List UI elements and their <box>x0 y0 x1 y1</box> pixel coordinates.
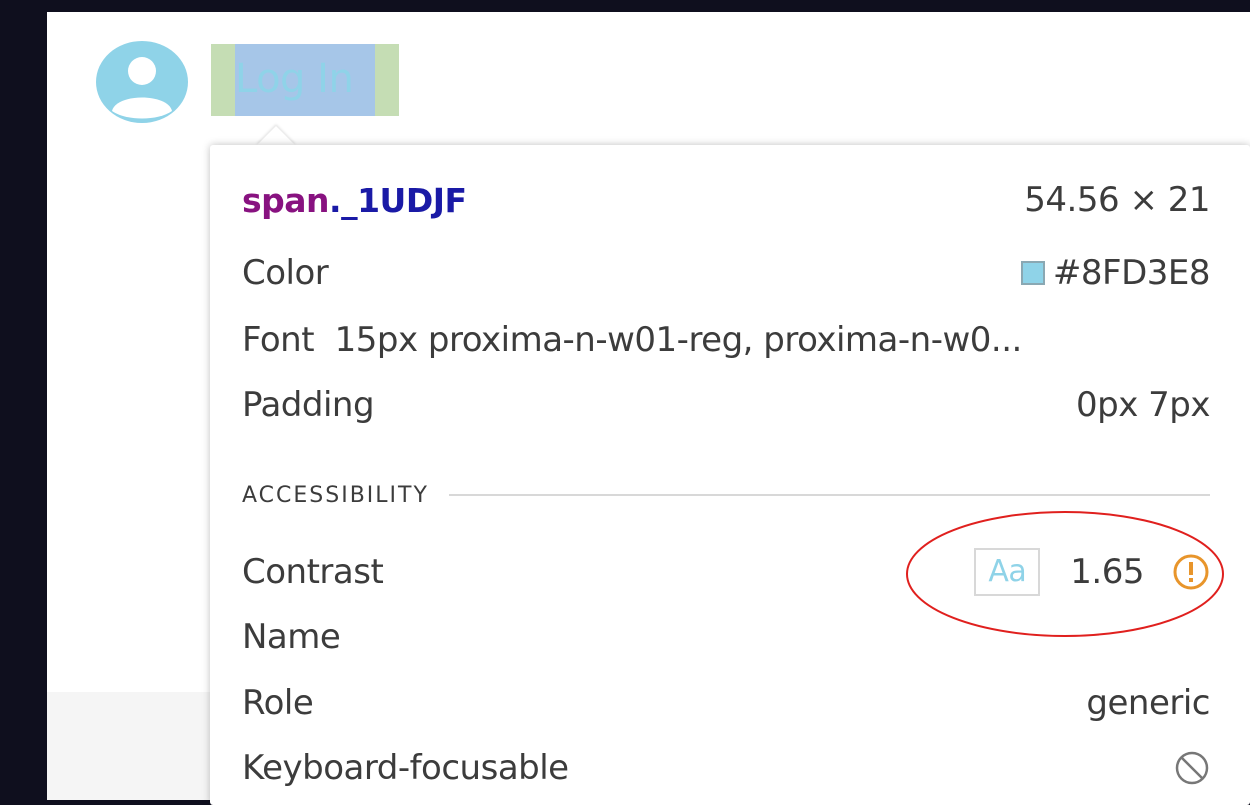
padding-value: 0px 7px <box>1076 385 1210 425</box>
color-value: #8FD3E8 <box>1052 253 1211 293</box>
login-link[interactable]: Log In <box>235 50 375 108</box>
name-label: Name <box>242 617 341 657</box>
font-label: Font <box>242 320 315 360</box>
focusable-label: Keyboard-focusable <box>242 748 569 788</box>
element-dimensions: 54.56 × 21 <box>1024 180 1210 220</box>
user-avatar-icon[interactable] <box>96 41 188 123</box>
tooltip-header-row: span._1UDJF 54.56 × 21 <box>242 175 1210 225</box>
contrast-label: Contrast <box>242 552 384 592</box>
focusable-row: Keyboard-focusable <box>242 743 1210 793</box>
role-label: Role <box>242 683 314 723</box>
no-entry-icon <box>1175 751 1209 785</box>
role-row: Role generic <box>242 678 1210 728</box>
padding-row: Padding 0px 7px <box>242 380 1210 430</box>
role-value: generic <box>1086 683 1210 723</box>
font-row: Font 15px proxima-n-w01-reg, proxima-n-w… <box>242 315 1210 365</box>
accessibility-title: ACCESSIBILITY <box>242 482 429 508</box>
font-value: 15px proxima-n-w01-reg, proxima-n-w0... <box>334 320 1023 360</box>
element-selector: span._1UDJF <box>242 180 467 220</box>
section-divider <box>448 494 1210 496</box>
color-label: Color <box>242 253 329 293</box>
accessibility-section-header: ACCESSIBILITY <box>242 480 1210 510</box>
padding-label: Padding <box>242 385 375 425</box>
annotation-highlight-circle <box>906 511 1224 637</box>
color-swatch <box>1020 261 1045 285</box>
tooltip-rows: span._1UDJF 54.56 × 21 Color #8FD3E8 Fon… <box>210 145 1250 805</box>
tooltip-arrow <box>256 126 296 146</box>
color-row: Color #8FD3E8 <box>242 248 1211 298</box>
